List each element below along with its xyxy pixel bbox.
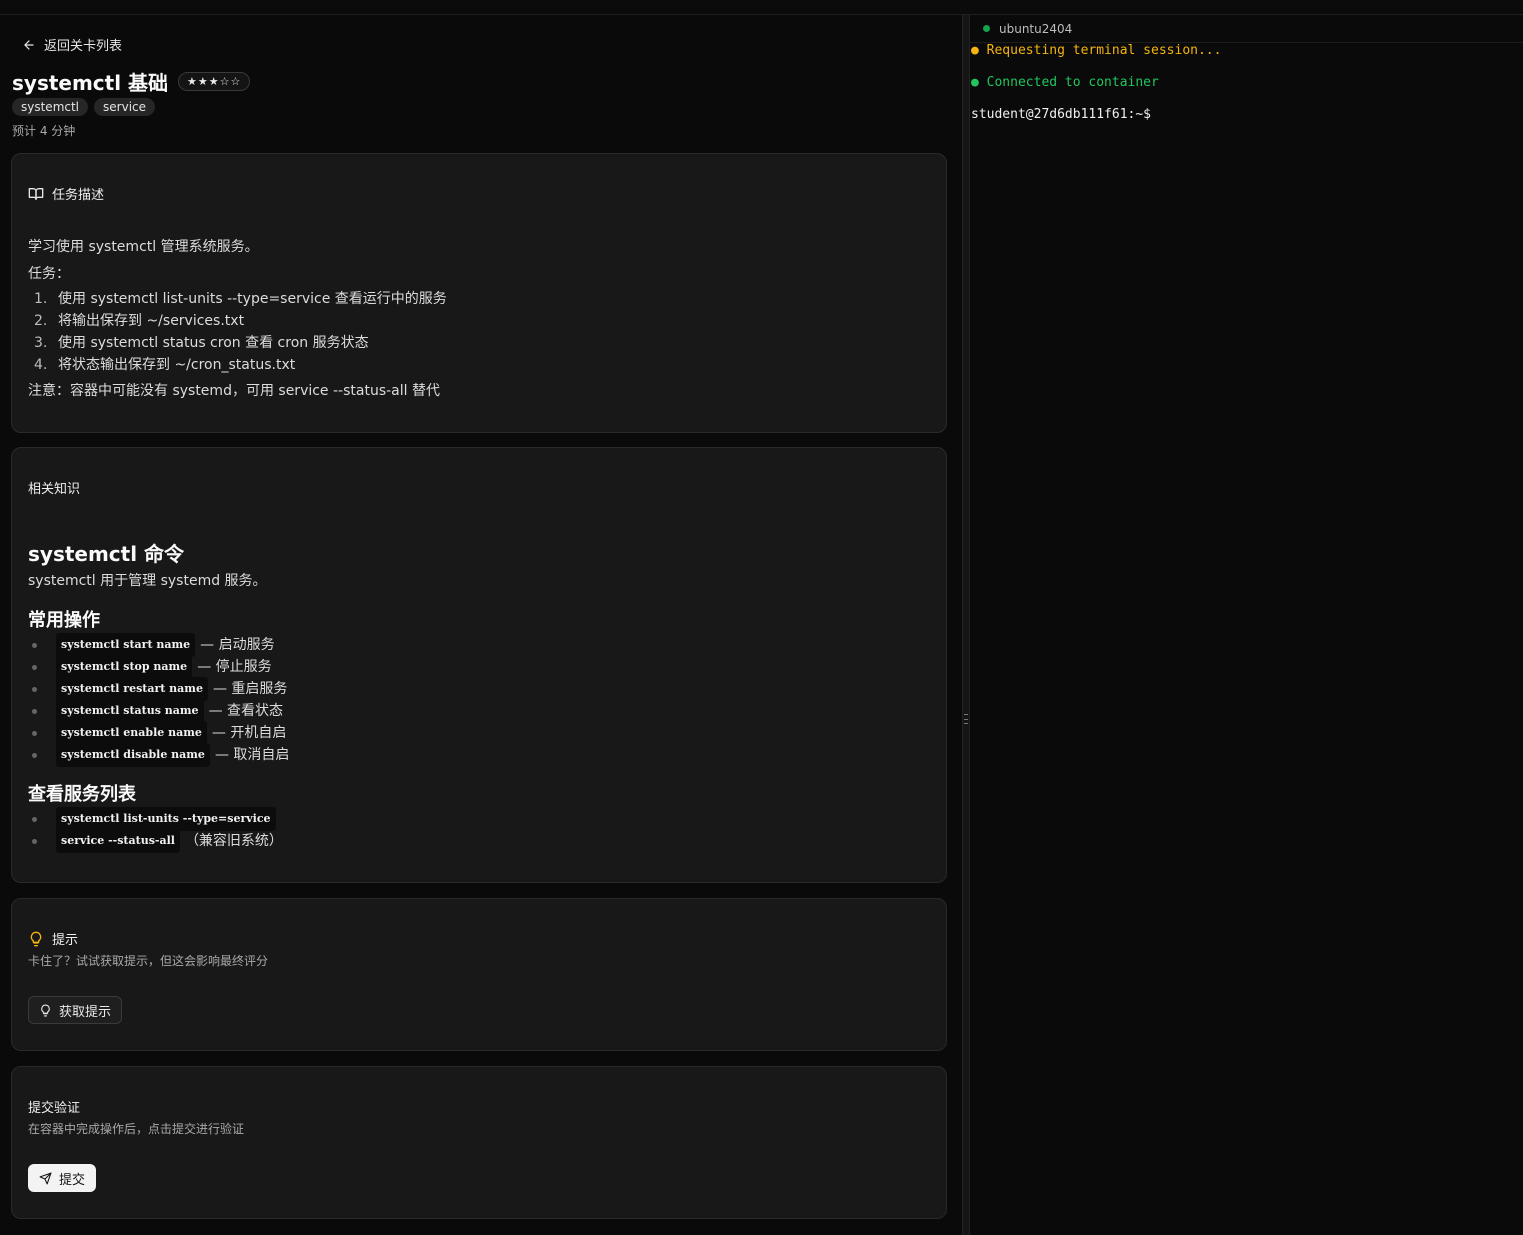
- list-item: service --status-all （兼容旧系统）: [32, 829, 283, 853]
- service-list-heading: 查看服务列表: [28, 784, 136, 805]
- submit-label: 提交: [59, 1172, 86, 1188]
- knowledge-intro: systemctl 用于管理 systemd 服务。: [28, 573, 267, 589]
- task-heading-label: 任务描述: [52, 188, 105, 203]
- panel-resize-handle[interactable]: [962, 15, 970, 1235]
- get-hint-button[interactable]: 获取提示: [28, 996, 123, 1024]
- back-label: 返回关卡列表: [44, 39, 123, 54]
- task-note: 注意：容器中可能没有 systemd，可用 service --status-a…: [28, 383, 440, 399]
- list-item: systemctl stop name — 停止服务: [32, 655, 289, 679]
- task-intro: 学习使用 systemctl 管理系统服务。: [28, 239, 259, 255]
- status-dot-icon: [983, 25, 990, 32]
- hint-heading: 提示: [28, 929, 78, 948]
- arrow-left-icon: [24, 39, 34, 50]
- submit-subtitle: 在容器中完成操作后，点击提交进行验证: [28, 1122, 245, 1136]
- task-heading: 任务描述: [28, 184, 104, 203]
- send-icon: [39, 1172, 52, 1184]
- list-item: 4. 将状态输出保存到 ~/cron_status.txt: [34, 357, 296, 373]
- list-item: systemctl status name — 查看状态: [32, 699, 289, 723]
- difficulty-badge: ★★★☆☆: [178, 72, 251, 91]
- book-open-icon: [28, 187, 44, 200]
- tasks-label: 任务：: [28, 266, 70, 282]
- knowledge-card: 相关知识 systemctl 命令 systemctl 用于管理 systemd…: [11, 447, 947, 883]
- submit-button[interactable]: 提交: [28, 1164, 97, 1192]
- level-panel: 返回关卡列表 systemctl 基础 ★★★☆☆ systemctl serv…: [0, 15, 962, 1235]
- estimated-time: 预计 4 分钟: [12, 124, 76, 138]
- list-item: systemctl list-units --type=service: [32, 807, 283, 831]
- common-ops-heading: 常用操作: [28, 610, 100, 631]
- hint-subtitle: 卡住了？试试获取提示，但这会影响最终评分: [28, 954, 269, 968]
- level-title: systemctl 基础: [12, 71, 169, 95]
- grip-icon: [964, 714, 968, 724]
- list-item: systemctl restart name — 重启服务: [32, 677, 289, 701]
- top-bar: [0, 0, 1523, 15]
- tag: systemctl: [12, 98, 89, 116]
- list-item: 2. 将输出保存到 ~/services.txt: [34, 313, 245, 329]
- terminal-prompt[interactable]: student@27d6db111f61:~$: [971, 107, 1151, 122]
- hint-card: 提示 卡住了？试试获取提示，但这会影响最终评分 获取提示: [11, 898, 947, 1051]
- service-list: systemctl list-units --type=service serv…: [32, 807, 283, 853]
- terminal-host: ubuntu2404: [999, 21, 1073, 36]
- knowledge-heading: 相关知识: [28, 482, 81, 497]
- tag: service: [94, 98, 156, 116]
- terminal-panel[interactable]: ubuntu2404 ● Requesting terminal session…: [970, 15, 1523, 1235]
- list-item: 1. 使用 systemctl list-units --type=service…: [34, 291, 447, 307]
- task-description-card: 任务描述 学习使用 systemctl 管理系统服务。 任务： 1. 使用 sys…: [11, 153, 947, 433]
- list-item: 3. 使用 systemctl status cron 查看 cron 服务状态: [34, 335, 369, 351]
- list-item: systemctl disable name — 取消自启: [32, 743, 289, 767]
- list-item: systemctl enable name — 开机自启: [32, 721, 289, 745]
- back-to-levels-link[interactable]: 返回关卡列表: [22, 35, 122, 54]
- hint-heading-label: 提示: [52, 933, 79, 948]
- list-item: systemctl start name — 启动服务: [32, 633, 289, 657]
- submit-heading: 提交验证: [28, 1101, 81, 1116]
- lightbulb-icon: [30, 931, 42, 946]
- get-hint-label: 获取提示: [59, 1004, 112, 1020]
- knowledge-title: systemctl 命令: [28, 542, 185, 566]
- submit-card: 提交验证 在容器中完成操作后，点击提交进行验证 提交: [11, 1066, 947, 1219]
- terminal-header: ubuntu2404: [970, 15, 1523, 43]
- tag-list: systemctl service: [12, 98, 156, 116]
- terminal-line-connected: ● Connected to container: [971, 75, 1159, 90]
- common-ops-list: systemctl start name — 启动服务 systemctl sto…: [32, 633, 289, 767]
- terminal-line-requesting: ● Requesting terminal session...: [971, 43, 1222, 58]
- level-title-row: systemctl 基础 ★★★☆☆: [12, 67, 251, 96]
- lightbulb-icon: [41, 1004, 50, 1016]
- task-steps: 1. 使用 systemctl list-units --type=service…: [34, 288, 447, 376]
